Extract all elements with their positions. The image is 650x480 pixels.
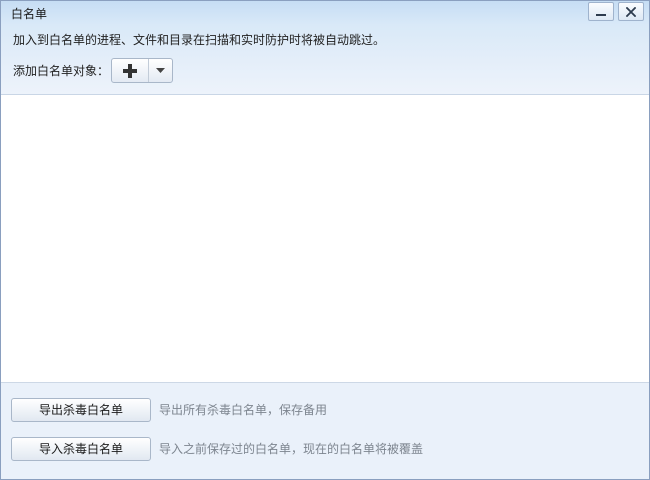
minimize-icon <box>596 13 606 16</box>
header-panel: 白名单 加入到白名单的进程、文件和目录在扫描和实时防护时将被自动跳过。 添加白名… <box>1 1 649 95</box>
export-whitelist-button[interactable]: 导出杀毒白名单 <box>11 398 151 422</box>
minimize-button[interactable] <box>588 2 614 21</box>
import-whitelist-button[interactable]: 导入杀毒白名单 <box>11 437 151 461</box>
footer-panel: 导出杀毒白名单 导出所有杀毒白名单，保存备用 导入杀毒白名单 导入之前保存过的白… <box>1 382 649 479</box>
whitelist-list-area[interactable] <box>1 95 649 382</box>
close-icon <box>626 6 636 17</box>
import-hint: 导入之前保存过的白名单，现在的白名单将被覆盖 <box>159 442 424 456</box>
close-button[interactable] <box>618 2 644 21</box>
add-object-dropdown-button[interactable] <box>149 59 172 82</box>
add-object-split-button <box>111 58 173 83</box>
caret-down-icon <box>156 68 165 73</box>
add-object-label: 添加白名单对象： <box>13 64 110 78</box>
plus-icon <box>123 63 137 78</box>
add-object-button[interactable] <box>112 59 149 82</box>
whitelist-window: 白名单 加入到白名单的进程、文件和目录在扫描和实时防护时将被自动跳过。 添加白名… <box>0 0 650 480</box>
export-hint: 导出所有杀毒白名单，保存备用 <box>159 403 328 417</box>
window-title: 白名单 <box>11 7 48 21</box>
whitelist-description: 加入到白名单的进程、文件和目录在扫描和实时防护时将被自动跳过。 <box>13 33 386 47</box>
